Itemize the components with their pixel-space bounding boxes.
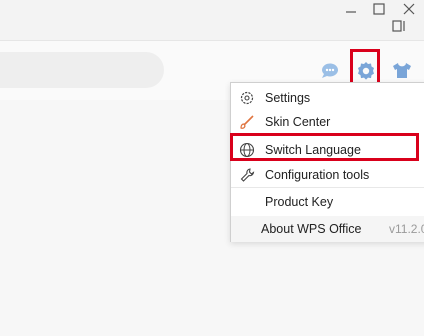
brush-icon bbox=[239, 114, 255, 130]
settings-dropdown-menu: Settings Skin Center Switch Language Con… bbox=[230, 82, 424, 242]
menu-item-label: Skin Center bbox=[265, 115, 331, 129]
switch-language-highlight-box bbox=[230, 133, 419, 161]
maximize-icon[interactable] bbox=[372, 2, 386, 16]
menu-item-label: Settings bbox=[265, 91, 311, 105]
menu-item-configuration-tools[interactable]: Configuration tools bbox=[231, 162, 424, 188]
menu-item-skin-center[interactable]: Skin Center bbox=[231, 109, 424, 135]
close-icon[interactable] bbox=[402, 2, 416, 16]
gear-icon bbox=[239, 90, 255, 106]
title-bar bbox=[0, 0, 424, 40]
tshirt-icon[interactable] bbox=[391, 60, 413, 82]
menu-item-label: Configuration tools bbox=[265, 168, 370, 182]
minimize-icon[interactable] bbox=[344, 2, 358, 16]
menu-item-product-key[interactable]: Product Key bbox=[231, 189, 424, 215]
menu-item-label: Product Key bbox=[265, 195, 334, 209]
sidebar-toggle-icon[interactable] bbox=[392, 19, 406, 33]
version-label: v11.2.0 bbox=[389, 222, 424, 236]
menu-item-label: About WPS Office bbox=[261, 222, 362, 236]
menu-divider bbox=[231, 187, 424, 188]
menu-item-settings[interactable]: Settings bbox=[231, 85, 424, 111]
search-input[interactable] bbox=[0, 52, 164, 88]
wrench-icon bbox=[239, 167, 255, 183]
menu-item-about[interactable]: About WPS Office v11.2.0 bbox=[231, 216, 424, 242]
chat-icon[interactable] bbox=[319, 60, 341, 82]
